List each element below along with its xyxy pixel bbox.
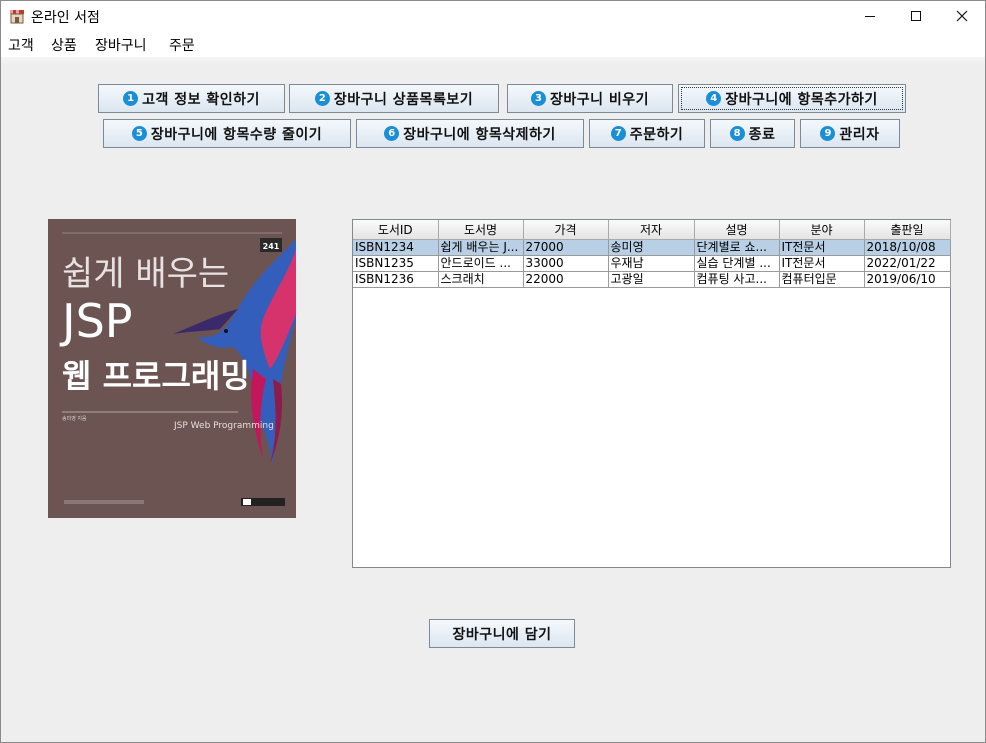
column-header-description[interactable]: 설명 [694,220,780,240]
number-2-icon: 2 [314,91,330,106]
column-header-price[interactable]: 가격 [523,220,609,240]
cell-category[interactable]: 컴퓨터입문 [779,271,865,288]
table-row[interactable]: ISBN1234 쉽게 배우는 J... 27000 송미영 단계별로 쇼...… [353,239,951,256]
button-label: 장바구니에 항목삭제하기 [403,126,556,143]
cell-author[interactable]: 고광일 [608,271,695,288]
cover-artwork: 241 쉽게 배우는 JSP 웹 프로그래밍 송미영 지음 JSP Web Pr… [48,219,296,518]
customer-info-button[interactable]: 1 고객 정보 확인하기 [98,84,285,113]
number-7-icon: 7 [610,126,626,141]
book-table[interactable]: 도서ID 도서명 가격 저자 설명 분야 출판일 ISBN1234 쉽게 배우는… [352,219,951,568]
bookstore-icon [10,10,24,24]
cell-book-id[interactable]: ISBN1235 [353,255,439,272]
cell-author[interactable]: 송미영 [608,239,695,256]
column-header-release-date[interactable]: 출판일 [864,220,951,240]
cell-release-date[interactable]: 2019/06/10 [864,271,951,288]
series-number: 241 [263,242,280,251]
menu-cart[interactable]: 장바구니 [95,35,147,55]
cover-title-line3: 웹 프로그래밍 [62,357,250,395]
button-label: 장바구니에 항목추가하기 [725,91,878,108]
cell-description[interactable]: 단계별로 쇼... [694,239,780,256]
window-title: 온라인 서점 [31,10,100,26]
close-button[interactable] [939,1,985,31]
order-button[interactable]: 7 주문하기 [589,119,705,148]
cell-category[interactable]: IT전문서 [779,255,865,272]
number-4-icon: 4 [706,91,722,106]
cell-release-date[interactable]: 2018/10/08 [864,239,951,256]
clear-cart-button[interactable]: 3 장바구니 비우기 [507,84,673,113]
cell-release-date[interactable]: 2022/01/22 [864,255,951,272]
table-header-row: 도서ID 도서명 가격 저자 설명 분야 출판일 [353,220,951,240]
button-label: 장바구니에 항목수량 줄이기 [150,126,323,143]
cart-list-button[interactable]: 2 장바구니 상품목록보기 [289,84,499,113]
table-row[interactable]: ISBN1235 안드로이드 ... 33000 우재남 실습 단계별 ... … [353,255,951,272]
cell-description[interactable]: 실습 단계별 ... [694,255,780,272]
add-cart-item-button[interactable]: 4 장바구니에 항목추가하기 [678,84,906,113]
app-window: 온라인 서점 고객 상품 장바구니 주문 1 고객 정보 확인하기 2 장바구니… [0,0,986,743]
menu-order[interactable]: 주문 [169,35,195,55]
maximize-button[interactable] [893,1,939,31]
column-header-book-name[interactable]: 도서명 [438,220,524,240]
cell-book-id[interactable]: ISBN1234 [353,239,439,256]
button-label: 장바구니 비우기 [549,91,650,108]
cell-book-name[interactable]: 스크래치 [438,271,524,288]
button-label: 장바구니 상품목록보기 [333,91,474,108]
button-label: 주문하기 [629,126,684,143]
cell-book-name[interactable]: 안드로이드 ... [438,255,524,272]
column-header-book-id[interactable]: 도서ID [353,220,439,240]
table-row[interactable]: ISBN1236 스크래치 22000 고광일 컴퓨팅 사고... 컴퓨터입문 … [353,271,951,288]
cell-book-id[interactable]: ISBN1236 [353,271,439,288]
title-bar[interactable]: 온라인 서점 [1,1,985,31]
close-icon [956,10,968,22]
column-header-author[interactable]: 저자 [608,220,695,240]
maximize-icon [911,11,921,21]
remove-cart-item-button[interactable]: 6 장바구니에 항목삭제하기 [356,119,584,148]
number-1-icon: 1 [123,91,139,106]
book-cover-image: 241 쉽게 배우는 JSP 웹 프로그래밍 송미영 지음 JSP Web Pr… [48,219,296,518]
cell-price[interactable]: 33000 [523,255,609,272]
column-header-category[interactable]: 분야 [779,220,865,240]
number-6-icon: 6 [384,126,400,141]
menu-shadow [1,57,985,65]
number-3-icon: 3 [530,91,546,106]
admin-button[interactable]: 9 관리자 [800,119,900,148]
cover-title-line2: JSP [59,294,133,348]
minimize-button[interactable] [847,1,893,31]
exit-button[interactable]: 8 종료 [710,119,795,148]
menu-bar: 고객 상품 장바구니 주문 [1,31,985,57]
menu-customer[interactable]: 고객 [8,35,34,55]
cover-subtitle: JSP Web Programming [173,421,274,431]
cell-price[interactable]: 22000 [523,271,609,288]
number-9-icon: 9 [820,126,836,141]
cell-book-name[interactable]: 쉽게 배우는 J... [438,239,524,256]
add-to-cart-button[interactable]: 장바구니에 담기 [429,619,575,648]
cover-title-line1: 쉽게 배우는 [62,254,229,294]
cell-category[interactable]: IT전문서 [779,239,865,256]
cover-author: 송미영 지음 [62,415,87,422]
number-8-icon: 8 [729,126,745,141]
cell-author[interactable]: 우재남 [608,255,695,272]
cell-description[interactable]: 컴퓨팅 사고... [694,271,780,288]
menu-product[interactable]: 상품 [51,35,77,55]
reduce-quantity-button[interactable]: 5 장바구니에 항목수량 줄이기 [103,119,351,148]
minimize-icon [865,15,875,17]
button-label: 고객 정보 확인하기 [142,91,260,108]
cell-price[interactable]: 27000 [523,239,609,256]
number-5-icon: 5 [131,126,147,141]
button-label: 관리자 [839,126,880,143]
button-label: 종료 [748,126,776,143]
